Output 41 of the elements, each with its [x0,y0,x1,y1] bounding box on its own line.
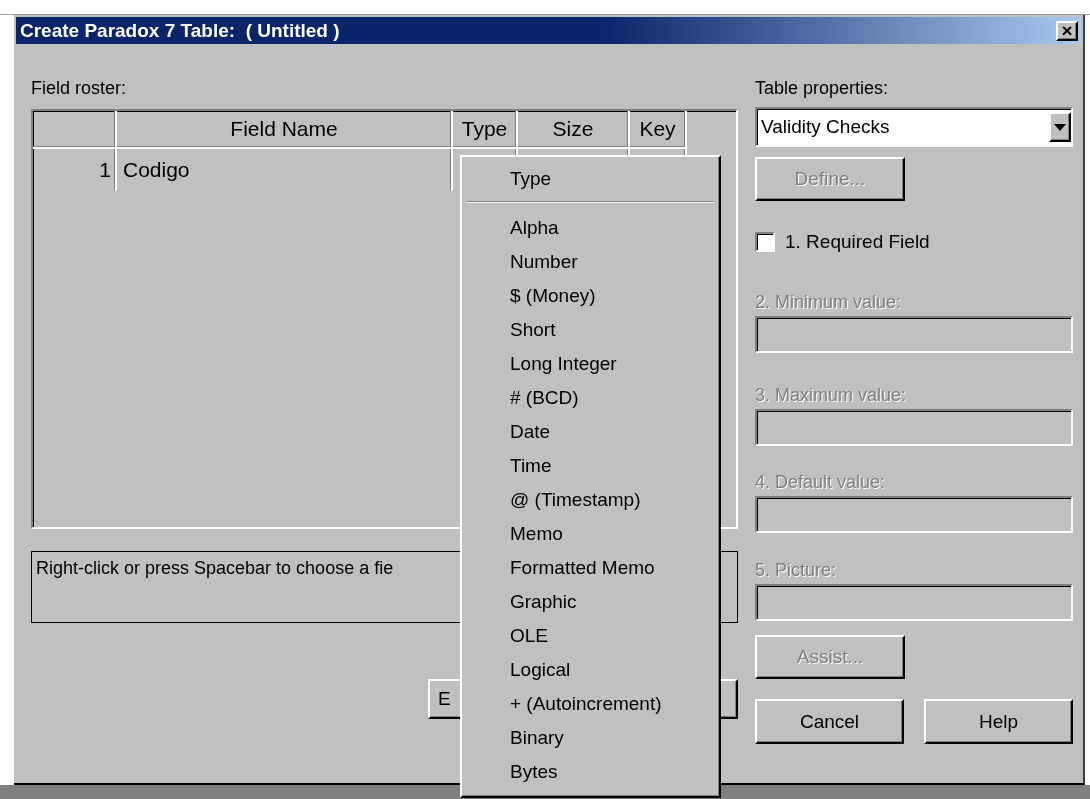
row-number: 1 [33,149,117,191]
field-label: 2. Minimum value: [755,291,903,313]
required-checkbox[interactable] [755,232,775,252]
required-field-label: 1. Required Field [785,231,930,253]
menu-header: Type [510,168,552,190]
window-title: Create Paradox 7 Table: ( Untitled ) [20,19,340,42]
table-cell[interactable]: Codigo [117,149,453,191]
input-field[interactable] [755,496,1073,533]
menu-item[interactable]: Binary [510,727,564,749]
menu-item[interactable]: OLE [510,625,549,647]
menu-item[interactable]: $ (Money) [510,285,596,307]
properties-dropdown[interactable]: Validity Checks [755,107,1073,147]
menu-item[interactable]: @ (Timestamp) [510,489,641,511]
menu-item[interactable]: Formatted Memo [510,557,655,579]
menu-item[interactable]: + (Autoincrement) [510,693,662,715]
input-field[interactable] [755,316,1073,353]
field-label: 4. Default value: [755,471,887,493]
menu-item[interactable]: Memo [510,523,563,545]
dialog-button[interactable]: Help [924,699,1073,744]
menu-item[interactable]: Long Integer [510,353,617,375]
menu-item[interactable]: Number [510,251,578,273]
close-button[interactable]: × [1056,20,1078,41]
column-header[interactable]: Size [518,111,630,149]
menu-item[interactable]: Graphic [510,591,577,613]
menu-item[interactable]: Date [510,421,551,443]
menu-item[interactable]: Bytes [510,761,558,783]
column-header[interactable]: Field Name [117,111,453,149]
menu-item[interactable]: Time [510,455,552,477]
menu-item[interactable]: Short [510,319,556,341]
field-roster-label: Field roster: [31,77,127,99]
table-properties-label: Table properties: [755,77,889,99]
menu-item[interactable]: Alpha [510,217,559,239]
column-header[interactable]: Key [630,111,687,149]
menu-item[interactable]: Logical [510,659,571,681]
field-label: 5. Picture: [755,559,838,581]
menu-item[interactable]: # (BCD) [510,387,579,409]
field-label: 3. Maximum value: [755,384,908,406]
input-field[interactable] [755,409,1073,446]
column-header[interactable]: Type [453,111,518,149]
dialog-button[interactable]: Cancel [755,699,904,744]
input-field[interactable] [755,584,1073,621]
